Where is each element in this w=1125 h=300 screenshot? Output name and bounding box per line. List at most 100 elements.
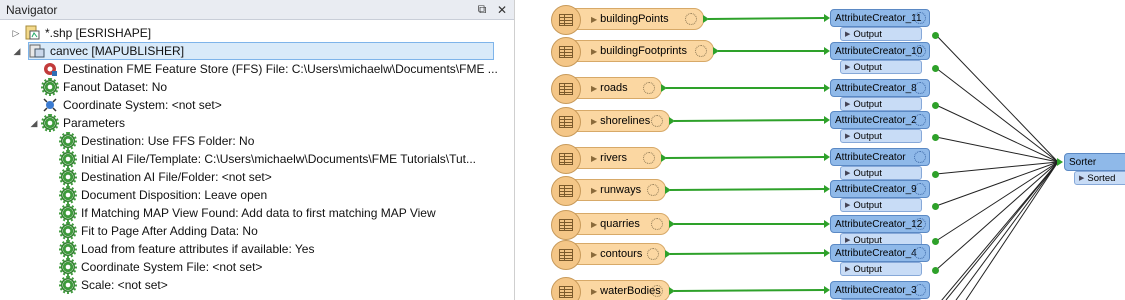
tree-item[interactable]: Destination AI File/Folder: <not set>	[46, 168, 272, 186]
output-port-label[interactable]: ▶Output	[840, 262, 922, 276]
output-port-label[interactable]: ▶Output	[840, 60, 922, 74]
tree-item[interactable]: Coordinate System File: <not set>	[46, 258, 262, 276]
output-port-label[interactable]: ▶Output	[840, 166, 922, 180]
reader-feature-type[interactable]: ▶ contours	[551, 240, 666, 270]
tree-item[interactable]: Fanout Dataset: No	[28, 78, 167, 96]
transformer-attributecreator[interactable]: AttributeCreator_2	[830, 111, 930, 129]
tree-item[interactable]: If Matching MAP View Found: Add data to …	[46, 204, 436, 222]
gear-icon[interactable]	[914, 284, 926, 296]
tree-item[interactable]: ◢ canvec [MAPUBLISHER]	[14, 42, 494, 60]
gear-icon[interactable]	[914, 151, 926, 163]
reader-feature-type[interactable]: ▶ buildingFootprints	[551, 37, 714, 67]
reader-feature-type[interactable]: ▶ runways	[551, 176, 666, 206]
output-port[interactable]	[669, 117, 675, 125]
output-connector-dot[interactable]	[932, 65, 939, 72]
transformer-attributecreator[interactable]: AttributeCreator_11	[830, 9, 930, 27]
input-port[interactable]	[1057, 158, 1063, 166]
transformer-attributecreator[interactable]: AttributeCreator_10	[830, 42, 930, 60]
sorted-output-port[interactable]: ▶ Sorted	[1074, 171, 1125, 185]
tree-item[interactable]: Destination: Use FFS Folder: No	[46, 132, 254, 150]
gear-icon[interactable]	[643, 82, 655, 94]
output-port[interactable]	[665, 186, 671, 194]
output-connector-dot[interactable]	[932, 238, 939, 245]
output-port-label[interactable]: ▶Output	[840, 27, 922, 41]
expand-icon[interactable]: ▷	[10, 28, 22, 39]
tree-item[interactable]: ◢ Parameters	[28, 114, 125, 132]
gear-icon[interactable]	[647, 248, 659, 260]
reader-feature-type[interactable]: ▶ buildingPoints	[551, 5, 704, 35]
output-port-label[interactable]: ▶Output	[840, 129, 922, 143]
tree-item[interactable]: Scale: <not set>	[46, 276, 168, 294]
reader-feature-type[interactable]: ▶ shorelines	[551, 107, 670, 137]
reader-connection	[707, 17, 825, 20]
output-port[interactable]	[661, 84, 667, 92]
output-port[interactable]	[661, 154, 667, 162]
expand-icon[interactable]: ▶	[591, 186, 597, 195]
transformer-attributecreator[interactable]: AttributeCreator_9	[830, 180, 930, 198]
tree-item[interactable]: Document Disposition: Leave open	[46, 186, 267, 204]
gear-icon[interactable]	[685, 13, 697, 25]
tree-item[interactable]: ▷ *.shp [ESRISHAPE]	[10, 24, 151, 42]
transformer-attributecreator[interactable]: AttributeCreator_12	[830, 215, 930, 233]
output-port[interactable]	[713, 47, 719, 55]
tree-item[interactable]: Fit to Page After Adding Data: No	[46, 222, 258, 240]
transformer-attributecreator[interactable]: AttributeCreator_4	[830, 244, 930, 262]
reader-feature-type[interactable]: ▶ rivers	[551, 144, 662, 174]
reader-feature-type[interactable]: ▶ quarries	[551, 210, 670, 240]
output-port[interactable]	[669, 220, 675, 228]
workspace-canvas[interactable]: ▶ buildingPoints ▶ buildingFootprints ▶ roads…	[516, 0, 1125, 300]
output-connector-dot[interactable]	[932, 32, 939, 39]
gear-icon	[59, 204, 77, 222]
expand-icon: ▶	[845, 170, 851, 177]
gear-icon[interactable]	[647, 184, 659, 196]
gear-icon[interactable]	[651, 285, 663, 297]
gear-icon[interactable]	[914, 82, 926, 94]
tree-item[interactable]: Load from feature attributes if availabl…	[46, 240, 314, 258]
transformer-attributecreator[interactable]: AttributeCreator	[830, 148, 930, 166]
output-connector-dot[interactable]	[932, 134, 939, 141]
expand-icon[interactable]: ▶	[591, 15, 597, 24]
gear-icon[interactable]	[695, 45, 707, 57]
reader-connection	[673, 289, 825, 292]
output-connector-dot[interactable]	[932, 267, 939, 274]
float-panel-icon[interactable]: ⧉	[474, 2, 490, 18]
transformer-label: AttributeCreator_9	[835, 183, 917, 195]
transformer-label: AttributeCreator_2	[835, 114, 917, 126]
gear-icon[interactable]	[914, 45, 926, 57]
output-port[interactable]	[665, 250, 671, 258]
tree-item[interactable]: Coordinate System: <not set>	[28, 96, 222, 114]
output-connector-dot[interactable]	[932, 203, 939, 210]
gear-icon[interactable]	[914, 114, 926, 126]
expand-icon[interactable]: ▶	[591, 154, 597, 163]
tree-item[interactable]: Initial AI File/Template: C:\Users\micha…	[46, 150, 476, 168]
reader-feature-type[interactable]: ▶ waterBodies	[551, 277, 670, 300]
gear-icon[interactable]	[651, 218, 663, 230]
expand-icon[interactable]: ▶	[591, 84, 597, 93]
gear-icon[interactable]	[651, 115, 663, 127]
output-port-label[interactable]: ▶Output	[840, 198, 922, 212]
expand-icon[interactable]: ▶	[591, 47, 597, 56]
expand-icon[interactable]: ▶	[591, 117, 597, 126]
gear-icon[interactable]	[914, 247, 926, 259]
transformer-attributecreator[interactable]: AttributeCreator_3	[830, 281, 930, 299]
transformer-attributecreator[interactable]: AttributeCreator_8	[830, 79, 930, 97]
tree-item-label: Destination FME Feature Store (FFS) File…	[63, 62, 498, 76]
output-port[interactable]	[703, 15, 709, 23]
output-connector-dot[interactable]	[932, 171, 939, 178]
collapse-icon[interactable]: ◢	[11, 46, 23, 57]
gear-icon[interactable]	[643, 152, 655, 164]
gear-icon[interactable]	[914, 12, 926, 24]
close-icon[interactable]: ✕	[494, 2, 510, 18]
transformer-sorter[interactable]: Sorter	[1064, 153, 1125, 171]
expand-icon[interactable]: ▶	[591, 287, 597, 296]
output-port-label[interactable]: ▶Output	[840, 97, 922, 111]
gear-icon[interactable]	[914, 183, 926, 195]
collapse-icon[interactable]: ◢	[28, 118, 40, 129]
gear-icon[interactable]	[914, 218, 926, 230]
expand-icon[interactable]: ▶	[591, 220, 597, 229]
output-connector-dot[interactable]	[932, 102, 939, 109]
reader-feature-type[interactable]: ▶ roads	[551, 74, 662, 104]
output-port[interactable]	[669, 287, 675, 295]
expand-icon[interactable]: ▶	[591, 250, 597, 259]
tree-item[interactable]: Destination FME Feature Store (FFS) File…	[28, 60, 498, 78]
